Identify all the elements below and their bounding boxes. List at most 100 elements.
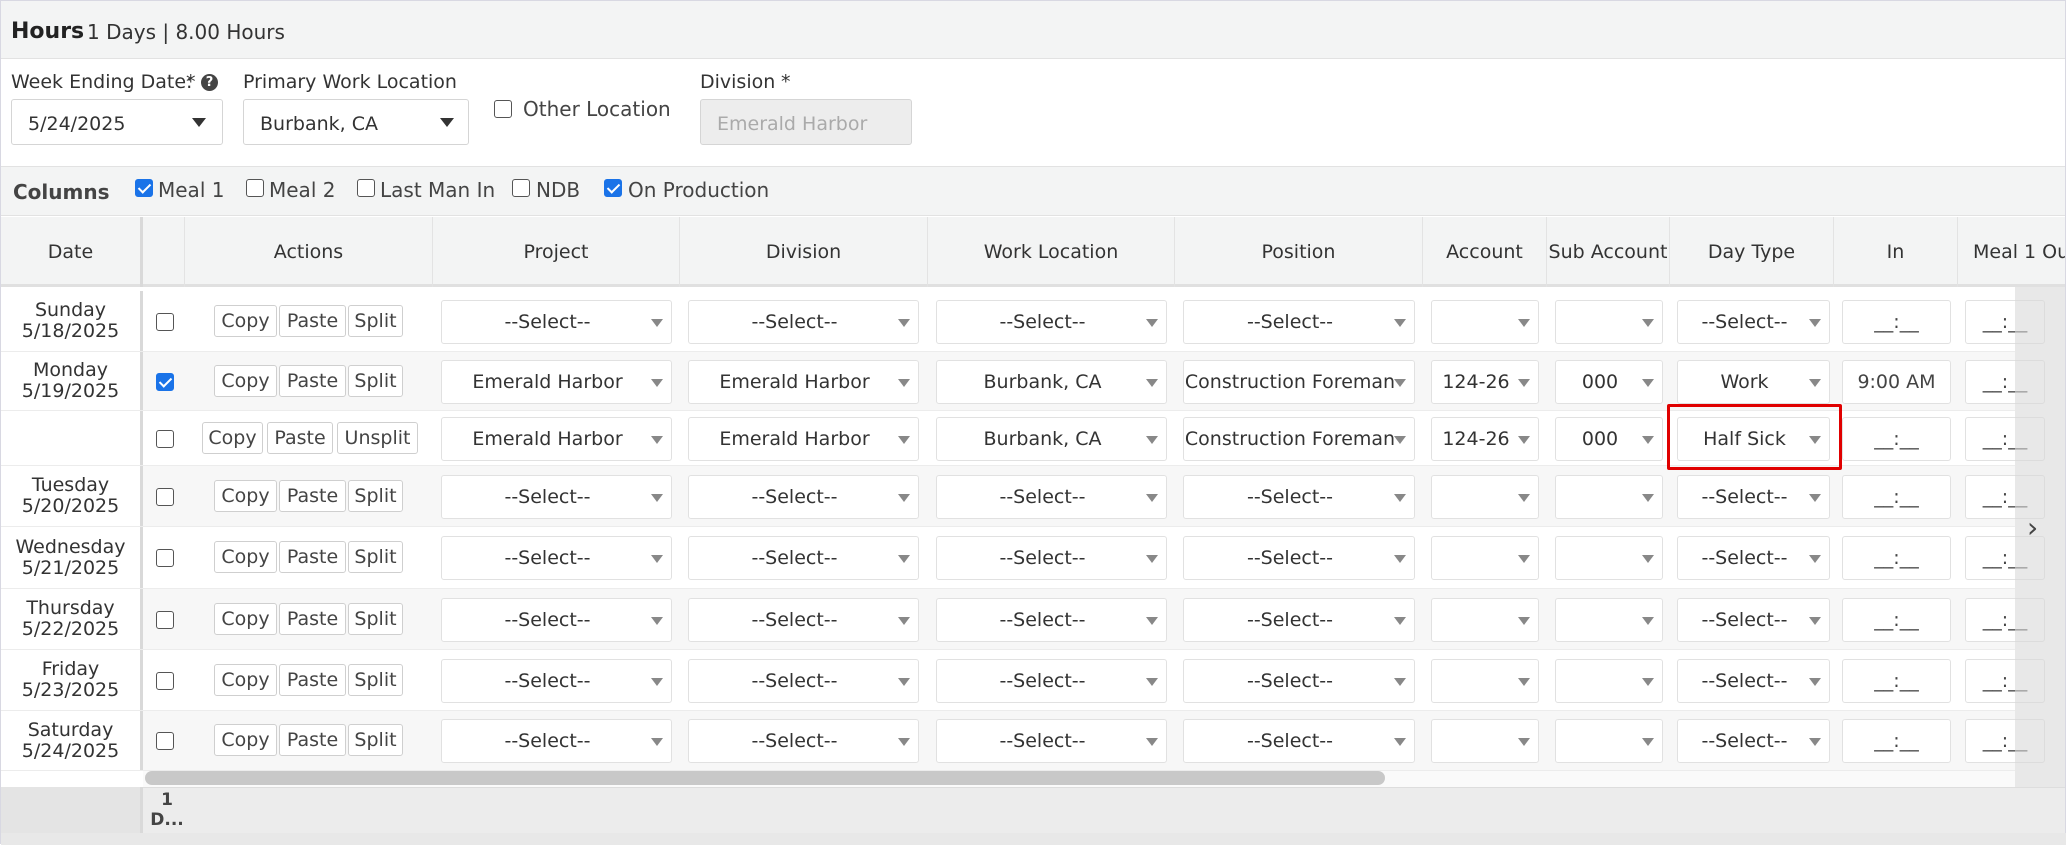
day-type-select[interactable]: --Select-- — [1677, 300, 1830, 344]
day-type-select[interactable]: --Select-- — [1677, 659, 1830, 703]
work-location-select[interactable]: --Select-- — [936, 598, 1167, 642]
col-head-in[interactable]: In — [1834, 217, 1958, 287]
day-type-select[interactable]: Work — [1677, 360, 1830, 404]
chevron-right-icon[interactable]: › — [2027, 511, 2038, 544]
position-select[interactable]: Construction Foreman — [1183, 417, 1415, 461]
copy-button[interactable]: Copy — [214, 603, 277, 635]
row-checkbox[interactable] — [156, 373, 174, 391]
split-button[interactable]: Split — [348, 664, 403, 696]
account-select[interactable] — [1431, 598, 1539, 642]
project-select[interactable]: --Select-- — [441, 475, 672, 519]
col-head-division[interactable]: Division — [680, 217, 928, 287]
paste-button[interactable]: Paste — [279, 724, 346, 756]
copy-button[interactable]: Copy — [214, 724, 277, 756]
position-select[interactable]: Construction Foreman — [1183, 360, 1415, 404]
paste-button[interactable]: Paste — [267, 422, 333, 454]
in-time-input[interactable]: __:__ — [1842, 536, 1951, 580]
paste-button[interactable]: Paste — [279, 664, 346, 696]
in-time-input[interactable]: __:__ — [1842, 659, 1951, 703]
division-select[interactable]: --Select-- — [688, 659, 919, 703]
project-select[interactable]: --Select-- — [441, 536, 672, 580]
sub-account-select[interactable] — [1555, 598, 1663, 642]
account-select[interactable]: 124-26 — [1431, 417, 1539, 461]
day-type-select[interactable]: --Select-- — [1677, 719, 1830, 763]
account-select[interactable] — [1431, 719, 1539, 763]
sub-account-select[interactable]: 000 — [1555, 360, 1663, 404]
row-checkbox[interactable] — [156, 488, 174, 506]
division-select[interactable]: --Select-- — [688, 300, 919, 344]
position-select[interactable]: --Select-- — [1183, 536, 1415, 580]
split-button[interactable]: Split — [348, 365, 403, 397]
work-location-select[interactable]: --Select-- — [936, 475, 1167, 519]
work-location-select[interactable]: --Select-- — [936, 719, 1167, 763]
in-time-input[interactable]: __:__ — [1842, 475, 1951, 519]
work-location-select[interactable]: Burbank, CA — [936, 360, 1167, 404]
in-time-input[interactable]: __:__ — [1842, 417, 1951, 461]
project-select[interactable]: Emerald Harbor — [441, 417, 672, 461]
position-select[interactable]: --Select-- — [1183, 475, 1415, 519]
col-head-account[interactable]: Account — [1423, 217, 1547, 287]
day-type-select[interactable]: --Select-- — [1677, 475, 1830, 519]
division-select[interactable]: --Select-- — [688, 598, 919, 642]
row-checkbox[interactable] — [156, 313, 174, 331]
primary-location-select[interactable]: Burbank, CA — [243, 99, 469, 145]
in-time-input[interactable]: __:__ — [1842, 598, 1951, 642]
project-select[interactable]: --Select-- — [441, 719, 672, 763]
week-ending-select[interactable]: 5/24/2025 — [11, 99, 223, 145]
col-head-date[interactable]: Date — [1, 217, 143, 287]
row-checkbox[interactable] — [156, 430, 174, 448]
col-head-day-type[interactable]: Day Type — [1670, 217, 1834, 287]
copy-button[interactable]: Copy — [214, 305, 277, 337]
project-select[interactable]: --Select-- — [441, 659, 672, 703]
row-checkbox[interactable] — [156, 732, 174, 750]
col-head-work-location[interactable]: Work Location — [928, 217, 1175, 287]
position-select[interactable]: --Select-- — [1183, 719, 1415, 763]
paste-button[interactable]: Paste — [279, 305, 346, 337]
account-select[interactable] — [1431, 659, 1539, 703]
col-head-sub-account[interactable]: Sub Account — [1547, 217, 1670, 287]
copy-button[interactable]: Copy — [214, 480, 277, 512]
paste-button[interactable]: Paste — [279, 603, 346, 635]
sub-account-select[interactable] — [1555, 475, 1663, 519]
row-checkbox[interactable] — [156, 611, 174, 629]
position-select[interactable]: --Select-- — [1183, 598, 1415, 642]
paste-button[interactable]: Paste — [279, 480, 346, 512]
split-button[interactable]: Split — [348, 724, 403, 756]
paste-button[interactable]: Paste — [279, 541, 346, 573]
copy-button[interactable]: Copy — [214, 541, 277, 573]
help-icon[interactable]: ? — [201, 74, 218, 91]
paste-button[interactable]: Paste — [279, 365, 346, 397]
sub-account-select[interactable] — [1555, 659, 1663, 703]
copy-button[interactable]: Copy — [214, 365, 277, 397]
copy-button[interactable]: Copy — [202, 422, 263, 454]
col-head-meal1-out[interactable]: Meal 1 Ou — [1958, 217, 2065, 287]
split-button[interactable]: Split — [348, 541, 403, 573]
sub-account-select[interactable]: 000 — [1555, 417, 1663, 461]
split-button[interactable]: Split — [348, 603, 403, 635]
ndb-column-checkbox[interactable] — [512, 179, 530, 197]
in-time-input[interactable]: __:__ — [1842, 719, 1951, 763]
division-select[interactable]: Emerald Harbor — [688, 360, 919, 404]
project-select[interactable]: --Select-- — [441, 300, 672, 344]
in-time-input[interactable]: 9:00 AM — [1842, 360, 1951, 404]
meal2-column-checkbox[interactable] — [246, 179, 264, 197]
work-location-select[interactable]: Burbank, CA — [936, 417, 1167, 461]
in-time-input[interactable]: __:__ — [1842, 300, 1951, 344]
col-head-position[interactable]: Position — [1175, 217, 1423, 287]
row-checkbox[interactable] — [156, 672, 174, 690]
sub-account-select[interactable] — [1555, 719, 1663, 763]
division-select[interactable]: --Select-- — [688, 536, 919, 580]
on-production-column-checkbox[interactable] — [604, 179, 622, 197]
row-checkbox[interactable] — [156, 549, 174, 567]
position-select[interactable]: --Select-- — [1183, 659, 1415, 703]
division-select[interactable]: Emerald Harbor — [688, 417, 919, 461]
last-man-in-column-checkbox[interactable] — [357, 179, 375, 197]
split-button[interactable]: Split — [348, 305, 403, 337]
work-location-select[interactable]: --Select-- — [936, 659, 1167, 703]
horizontal-scrollbar-thumb[interactable] — [145, 771, 1385, 785]
copy-button[interactable]: Copy — [214, 664, 277, 696]
day-type-select[interactable]: --Select-- — [1677, 536, 1830, 580]
account-select[interactable] — [1431, 536, 1539, 580]
work-location-select[interactable]: --Select-- — [936, 536, 1167, 580]
account-select[interactable]: 124-26 — [1431, 360, 1539, 404]
